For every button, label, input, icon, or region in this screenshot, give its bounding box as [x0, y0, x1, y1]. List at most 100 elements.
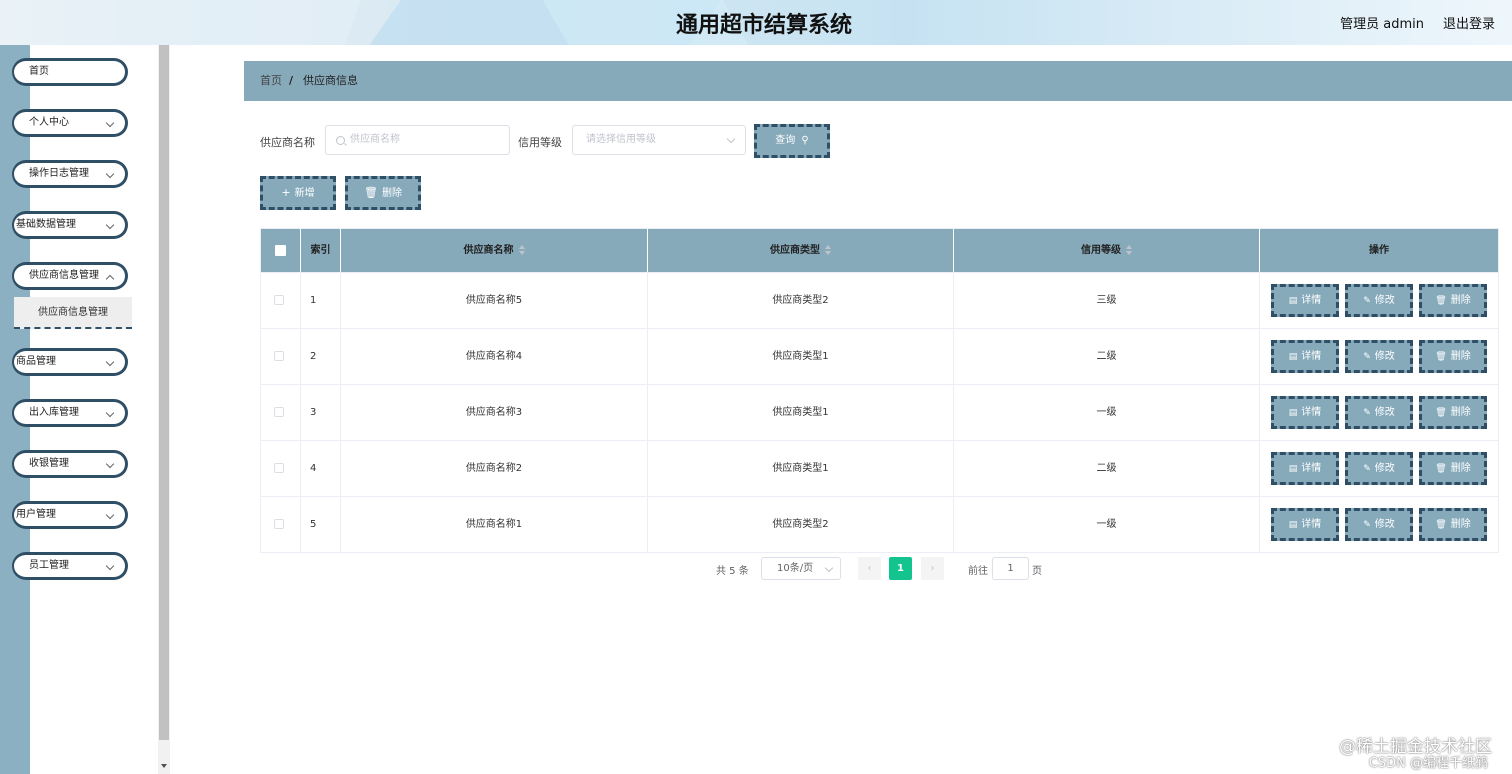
select-all-checkbox[interactable]	[275, 245, 286, 256]
edit-button[interactable]: ✎ 修改	[1345, 508, 1413, 541]
cell-operations: ▤ 详情 ✎ 修改 🗑 删除	[1260, 329, 1498, 384]
sidebar-item-label: 商品管理	[16, 356, 56, 367]
edit-button[interactable]: ✎ 修改	[1345, 396, 1413, 429]
sidebar-item-cashier[interactable]: 收银管理	[12, 450, 128, 478]
col-credit-level[interactable]: 信用等级	[954, 229, 1260, 272]
sidebar-item-operation-log[interactable]: 操作日志管理	[12, 160, 128, 188]
sidebar-item-home[interactable]: 首页	[12, 58, 128, 86]
edit-button[interactable]: ✎ 修改	[1345, 340, 1413, 373]
top-header: 通用超市结算系统 管理员 admin 退出登录	[0, 0, 1512, 45]
delete-button[interactable]: 🗑 删除	[1419, 340, 1487, 373]
cell-credit-level: 一级	[954, 497, 1260, 552]
col-index: 索引	[301, 229, 341, 272]
cell-index: 2	[301, 329, 341, 384]
delete-button[interactable]: 🗑 删除	[1419, 452, 1487, 485]
prev-page-button[interactable]: ‹	[858, 557, 881, 580]
detail-button[interactable]: ▤ 详情	[1271, 396, 1339, 429]
cell-credit-level: 二级	[954, 441, 1260, 496]
detail-button[interactable]: ▤ 详情	[1271, 452, 1339, 485]
supplier-name-label: 供应商名称	[260, 136, 315, 149]
delete-button[interactable]: 🗑 删除	[1419, 396, 1487, 429]
col-supplier-name[interactable]: 供应商名称	[341, 229, 648, 272]
sidebar-item-goods[interactable]: 商品管理	[12, 348, 128, 376]
sidebar-item-label: 基础数据管理	[16, 219, 76, 230]
cell-supplier-name: 供应商名称3	[341, 385, 648, 440]
detail-button[interactable]: ▤ 详情	[1271, 340, 1339, 373]
scroll-down-arrow-icon[interactable]	[161, 764, 167, 768]
supplier-name-input[interactable]: 供应商名称	[325, 125, 510, 155]
plus-icon: +	[281, 186, 291, 199]
pencil-icon: ✎	[1363, 352, 1371, 362]
document-icon: ▤	[1288, 464, 1298, 474]
row-checkbox[interactable]	[274, 295, 284, 305]
sidebar-item-users[interactable]: 用户管理	[12, 501, 128, 529]
row-select-cell	[261, 497, 301, 552]
edit-button[interactable]: ✎ 修改	[1345, 284, 1413, 317]
table-header: 索引 供应商名称 供应商类型 信用等级 操作	[261, 229, 1498, 272]
sidebar-item-staff[interactable]: 员工管理	[12, 552, 128, 580]
watermark-csdn: CSDN @编程千纸鹤	[1368, 756, 1488, 771]
pencil-icon: ✎	[1363, 408, 1371, 418]
page-size-select[interactable]: 10条/页	[761, 557, 841, 580]
search-icon	[336, 136, 345, 145]
cell-supplier-type: 供应商类型1	[648, 441, 954, 496]
chevron-down-icon	[105, 220, 115, 230]
sidebar-item-supplier-info[interactable]: 供应商信息管理	[12, 262, 128, 290]
col-supplier-type[interactable]: 供应商类型	[648, 229, 954, 272]
edit-button-label: 修改	[1374, 351, 1395, 362]
supplier-name-placeholder: 供应商名称	[350, 134, 400, 145]
chevron-down-icon	[105, 561, 115, 571]
row-checkbox[interactable]	[274, 407, 284, 417]
chevron-down-icon	[105, 408, 115, 418]
batch-delete-button-label: 删除	[381, 188, 402, 199]
sort-icon[interactable]	[825, 244, 831, 256]
trash-icon: 🗑	[1435, 296, 1447, 306]
sidebar-item-label: 首页	[29, 66, 49, 77]
edit-button-label: 修改	[1374, 407, 1395, 418]
cell-supplier-type: 供应商类型2	[648, 273, 954, 328]
breadcrumb-home[interactable]: 首页	[260, 61, 282, 101]
sort-icon[interactable]	[1126, 244, 1132, 256]
row-select-cell	[261, 385, 301, 440]
sidebar-item-stock[interactable]: 出入库管理	[12, 399, 128, 427]
trash-icon: 🗑	[1435, 408, 1447, 418]
page-number-button[interactable]: 1	[889, 557, 912, 580]
cell-index: 5	[301, 497, 341, 552]
detail-button-label: 详情	[1301, 519, 1322, 530]
document-icon: ▤	[1288, 408, 1298, 418]
edit-button[interactable]: ✎ 修改	[1345, 452, 1413, 485]
sort-icon[interactable]	[518, 244, 525, 256]
cell-supplier-name: 供应商名称2	[341, 441, 648, 496]
delete-button-label: 删除	[1450, 351, 1471, 362]
row-checkbox[interactable]	[274, 463, 284, 473]
table-row: 2 供应商名称4 供应商类型1 二级 ▤ 详情 ✎ 修改 🗑 删除	[261, 328, 1498, 384]
cell-operations: ▤ 详情 ✎ 修改 🗑 删除	[1260, 385, 1498, 440]
goto-page-input[interactable]: 1	[992, 557, 1029, 580]
current-user: 管理员 admin	[1340, 17, 1424, 32]
search-icon: ⚲	[801, 135, 809, 146]
sidebar-item-personal-center[interactable]: 个人中心	[12, 109, 128, 137]
delete-button[interactable]: 🗑 删除	[1419, 284, 1487, 317]
sidebar-item-basic-data[interactable]: 基础数据管理	[12, 211, 128, 239]
credit-level-select[interactable]: 请选择信用等级	[572, 125, 746, 155]
cell-operations: ▤ 详情 ✎ 修改 🗑 删除	[1260, 441, 1498, 496]
col-supplier-name-label: 供应商名称	[463, 245, 514, 256]
add-button[interactable]: + 新增	[260, 176, 336, 210]
row-select-cell	[261, 441, 301, 496]
cell-supplier-type: 供应商类型1	[648, 385, 954, 440]
sidebar-subitem-supplier-info[interactable]: 供应商信息管理	[14, 297, 132, 329]
delete-button[interactable]: 🗑 删除	[1419, 508, 1487, 541]
detail-button[interactable]: ▤ 详情	[1271, 284, 1339, 317]
col-credit-level-label: 信用等级	[1081, 245, 1121, 256]
logout-link[interactable]: 退出登录	[1443, 13, 1495, 32]
row-checkbox[interactable]	[274, 519, 284, 529]
sidebar-scrollbar-thumb[interactable]	[159, 45, 169, 740]
detail-button[interactable]: ▤ 详情	[1271, 508, 1339, 541]
batch-delete-button[interactable]: 🗑 删除	[345, 176, 421, 210]
cell-operations: ▤ 详情 ✎ 修改 🗑 删除	[1260, 497, 1498, 552]
delete-button-label: 删除	[1450, 407, 1471, 418]
next-page-button[interactable]: ›	[921, 557, 944, 580]
row-checkbox[interactable]	[274, 351, 284, 361]
chevron-right-icon: ›	[930, 563, 935, 574]
query-button[interactable]: 查询 ⚲	[754, 124, 830, 158]
